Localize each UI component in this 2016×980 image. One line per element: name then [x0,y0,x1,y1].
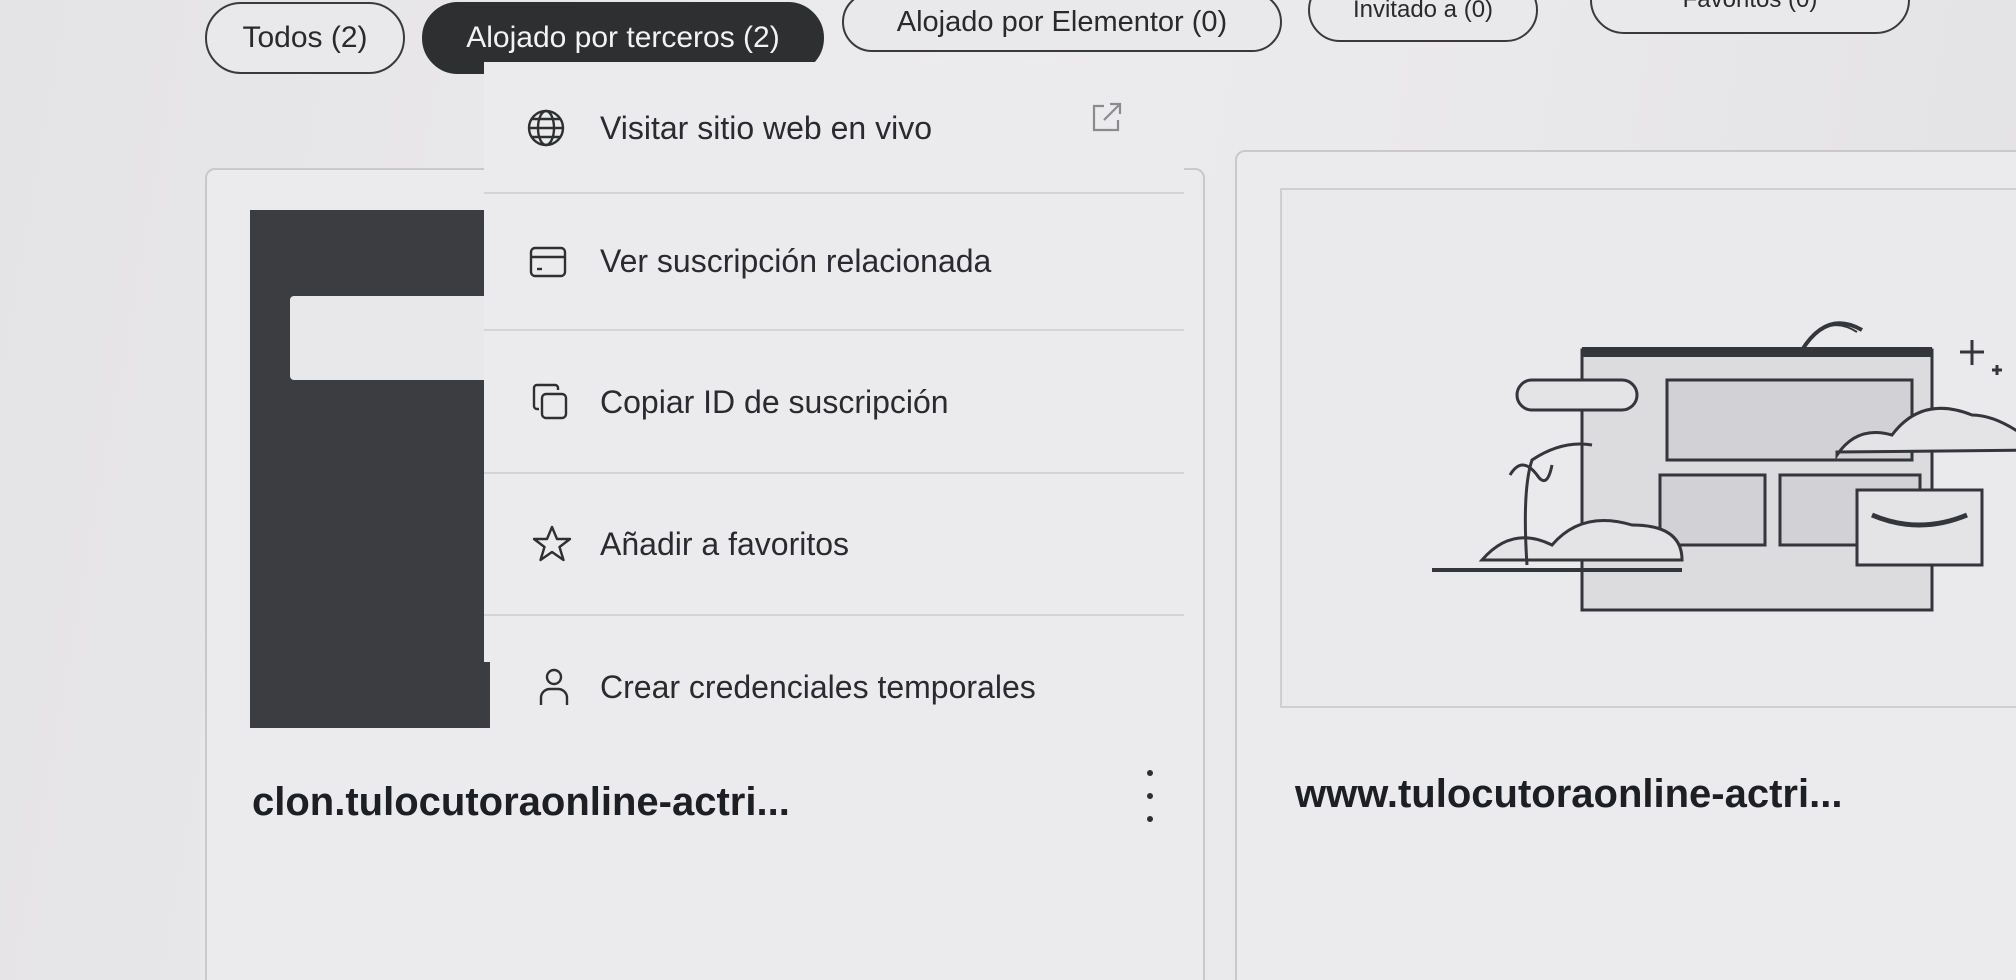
menu-item-copy-subscription-id[interactable]: Copiar ID de suscripción [484,332,1184,472]
menu-item-label: Copiar ID de suscripción [600,383,949,420]
filter-elementor-tab[interactable]: Alojado por Elementor (0) [842,0,1282,52]
filter-invited-tab[interactable]: Invitado a (0) [1308,0,1538,42]
menu-item-add-favorite[interactable]: Añadir a favoritos [484,474,1184,614]
menu-divider [484,614,1184,616]
credit-card-icon [529,246,567,277]
menu-item-label: Añadir a favoritos [600,525,850,562]
menu-divider [484,329,1184,331]
globe-icon [527,109,565,147]
site-card-title[interactable]: www.tulocutoraonline-actri... [1295,772,1842,817]
menu-item-label: Ver suscripción relacionada [600,243,992,279]
user-icon [539,668,569,705]
filter-all-tab[interactable]: Todos (2) [205,2,405,74]
menu-item-visit-live-site[interactable]: Visitar sitio web en vivo [484,62,1184,194]
website-illustration-icon [1432,321,2016,612]
menu-item-label: Visitar sitio web en vivo [600,109,932,146]
site-thumbnail-detail [290,296,500,380]
menu-item-view-subscription[interactable]: Ver suscripción relacionada [484,194,1184,329]
filter-favorites-tab[interactable]: Favoritos (0) [1590,0,1910,34]
site-preview-illustration [1280,188,2016,708]
site-card-title[interactable]: clon.tulocutoraonline-actri... [252,780,790,825]
more-options-button[interactable] [1138,770,1162,822]
menu-item-label: Crear credenciales temporales [600,668,1036,705]
external-link-icon [1092,102,1122,132]
menu-item-create-temp-credentials[interactable]: Crear credenciales temporales [484,617,1184,757]
sites-dashboard: Todos (2) Alojado por terceros (2) Aloja… [0,0,2016,980]
site-thumbnail [250,210,490,728]
site-options-menu: Visitar sitio web en vivo Ver suscripció… [484,62,1184,705]
copy-icon [532,383,568,420]
star-icon [532,525,572,562]
